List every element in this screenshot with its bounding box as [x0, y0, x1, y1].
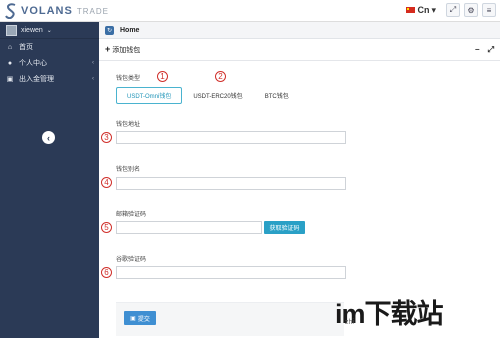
email-code-input[interactable] [116, 221, 262, 234]
google-code-input[interactable] [116, 266, 346, 279]
expand-icon: ⤢ [449, 5, 457, 14]
annotation-marker-5: 5 [101, 222, 112, 233]
sidebar-item-label: 首页 [19, 44, 33, 51]
panel-title-text: 添加钱包 [112, 47, 141, 54]
sidebar-item-home[interactable]: ⌂ 首页 [0, 39, 99, 55]
money-icon: ▣ [6, 76, 14, 83]
brand-logo[interactable]: VOLANS TRADE [4, 3, 109, 19]
chevron-down-icon: ▾ [431, 4, 436, 15]
get-code-button[interactable]: 获取验证码 [264, 221, 305, 234]
language-selector[interactable]: Cn ▾ [406, 5, 436, 16]
sidebar-item-label: 个人中心 [19, 60, 47, 67]
brand-name: VOLANS [21, 5, 73, 17]
logo-s-icon [5, 3, 16, 19]
wallet-type-usdt-omni[interactable]: USDT-Omni钱包 [116, 87, 183, 104]
panel-tools: − ⤢ [475, 45, 494, 55]
settings-button[interactable]: ⚙ [464, 3, 478, 17]
wallet-type-tabs: USDT-Omni钱包 USDT-ERC20钱包 BTC钱包 [116, 87, 300, 104]
sidebar-item-funds[interactable]: ▣ 出入金管理 ‹ [0, 71, 99, 87]
top-bar: VOLANS TRADE Cn ▾ ⤢ ⚙ ≡ [0, 0, 500, 22]
menu-icon: ≡ [486, 5, 492, 15]
wallet-address-input[interactable] [116, 131, 346, 144]
submit-button[interactable]: ▣ 提交 [124, 311, 156, 325]
annotation-marker-2: 2 [215, 71, 226, 82]
submit-label: 提交 [137, 316, 150, 323]
brand-sub: TRADE [76, 6, 109, 16]
chevron-left-icon: ‹ [47, 132, 50, 143]
save-icon: ▣ [130, 315, 136, 322]
wallet-type-btc[interactable]: BTC钱包 [254, 87, 300, 104]
alias-label: 钱包别名 [116, 167, 141, 173]
wallet-alias-input[interactable] [116, 177, 346, 190]
user-menu[interactable]: xiewen ⌄ [0, 22, 99, 39]
breadcrumb: ↻ Home [99, 22, 500, 39]
user-icon: ● [7, 59, 13, 67]
maximize-icon[interactable]: ⤢ [488, 45, 494, 55]
wallet-type-label: 钱包类型 [116, 76, 141, 82]
user-name: xiewen [21, 26, 43, 34]
email-code-label: 邮箱验证码 [116, 212, 147, 218]
sidebar-item-label: 出入金管理 [19, 76, 54, 83]
home-icon: ⌂ [7, 43, 13, 51]
gear-icon: ⚙ [467, 5, 475, 15]
sidebar: xiewen ⌄ ⌂ 首页 ● 个人中心 ‹ ▣ 出入金管理 ‹ ‹ [0, 22, 99, 338]
avatar [6, 24, 17, 36]
sidebar-item-profile[interactable]: ● 个人中心 ‹ [0, 55, 99, 71]
chevron-down-icon: ⌄ [46, 27, 52, 34]
annotation-marker-1: 1 [157, 71, 168, 82]
google-code-label: 谷歌验证码 [116, 257, 147, 263]
collapse-sidebar-button[interactable]: ‹ [42, 131, 55, 144]
form-footer: ▣ 提交 [116, 302, 344, 336]
fullscreen-button[interactable]: ⤢ [446, 3, 460, 17]
refresh-icon[interactable]: ↻ [105, 25, 114, 35]
wallet-type-usdt-erc20[interactable]: USDT-ERC20钱包 [182, 87, 253, 104]
breadcrumb-home[interactable]: Home [120, 27, 139, 34]
menu-button[interactable]: ≡ [482, 3, 496, 17]
minimize-icon[interactable]: − [475, 45, 480, 55]
plus-icon: + [105, 44, 111, 54]
panel-header: + 添加钱包 − ⤢ [99, 39, 500, 61]
address-label: 钱包地址 [116, 122, 141, 128]
watermark: im下载站 zhi [335, 292, 444, 331]
panel-title: + 添加钱包 [105, 44, 140, 55]
chevron-left-icon: ‹ [92, 60, 94, 66]
watermark-sub: zhi [345, 319, 354, 326]
annotation-marker-6: 6 [101, 267, 112, 278]
language-label: Cn [417, 5, 430, 15]
annotation-marker-3: 3 [101, 132, 112, 143]
chevron-left-icon: ‹ [92, 76, 94, 82]
annotation-marker-4: 4 [101, 177, 112, 188]
china-flag-icon [406, 7, 416, 13]
top-actions: Cn ▾ ⤢ ⚙ ≡ [406, 3, 496, 17]
